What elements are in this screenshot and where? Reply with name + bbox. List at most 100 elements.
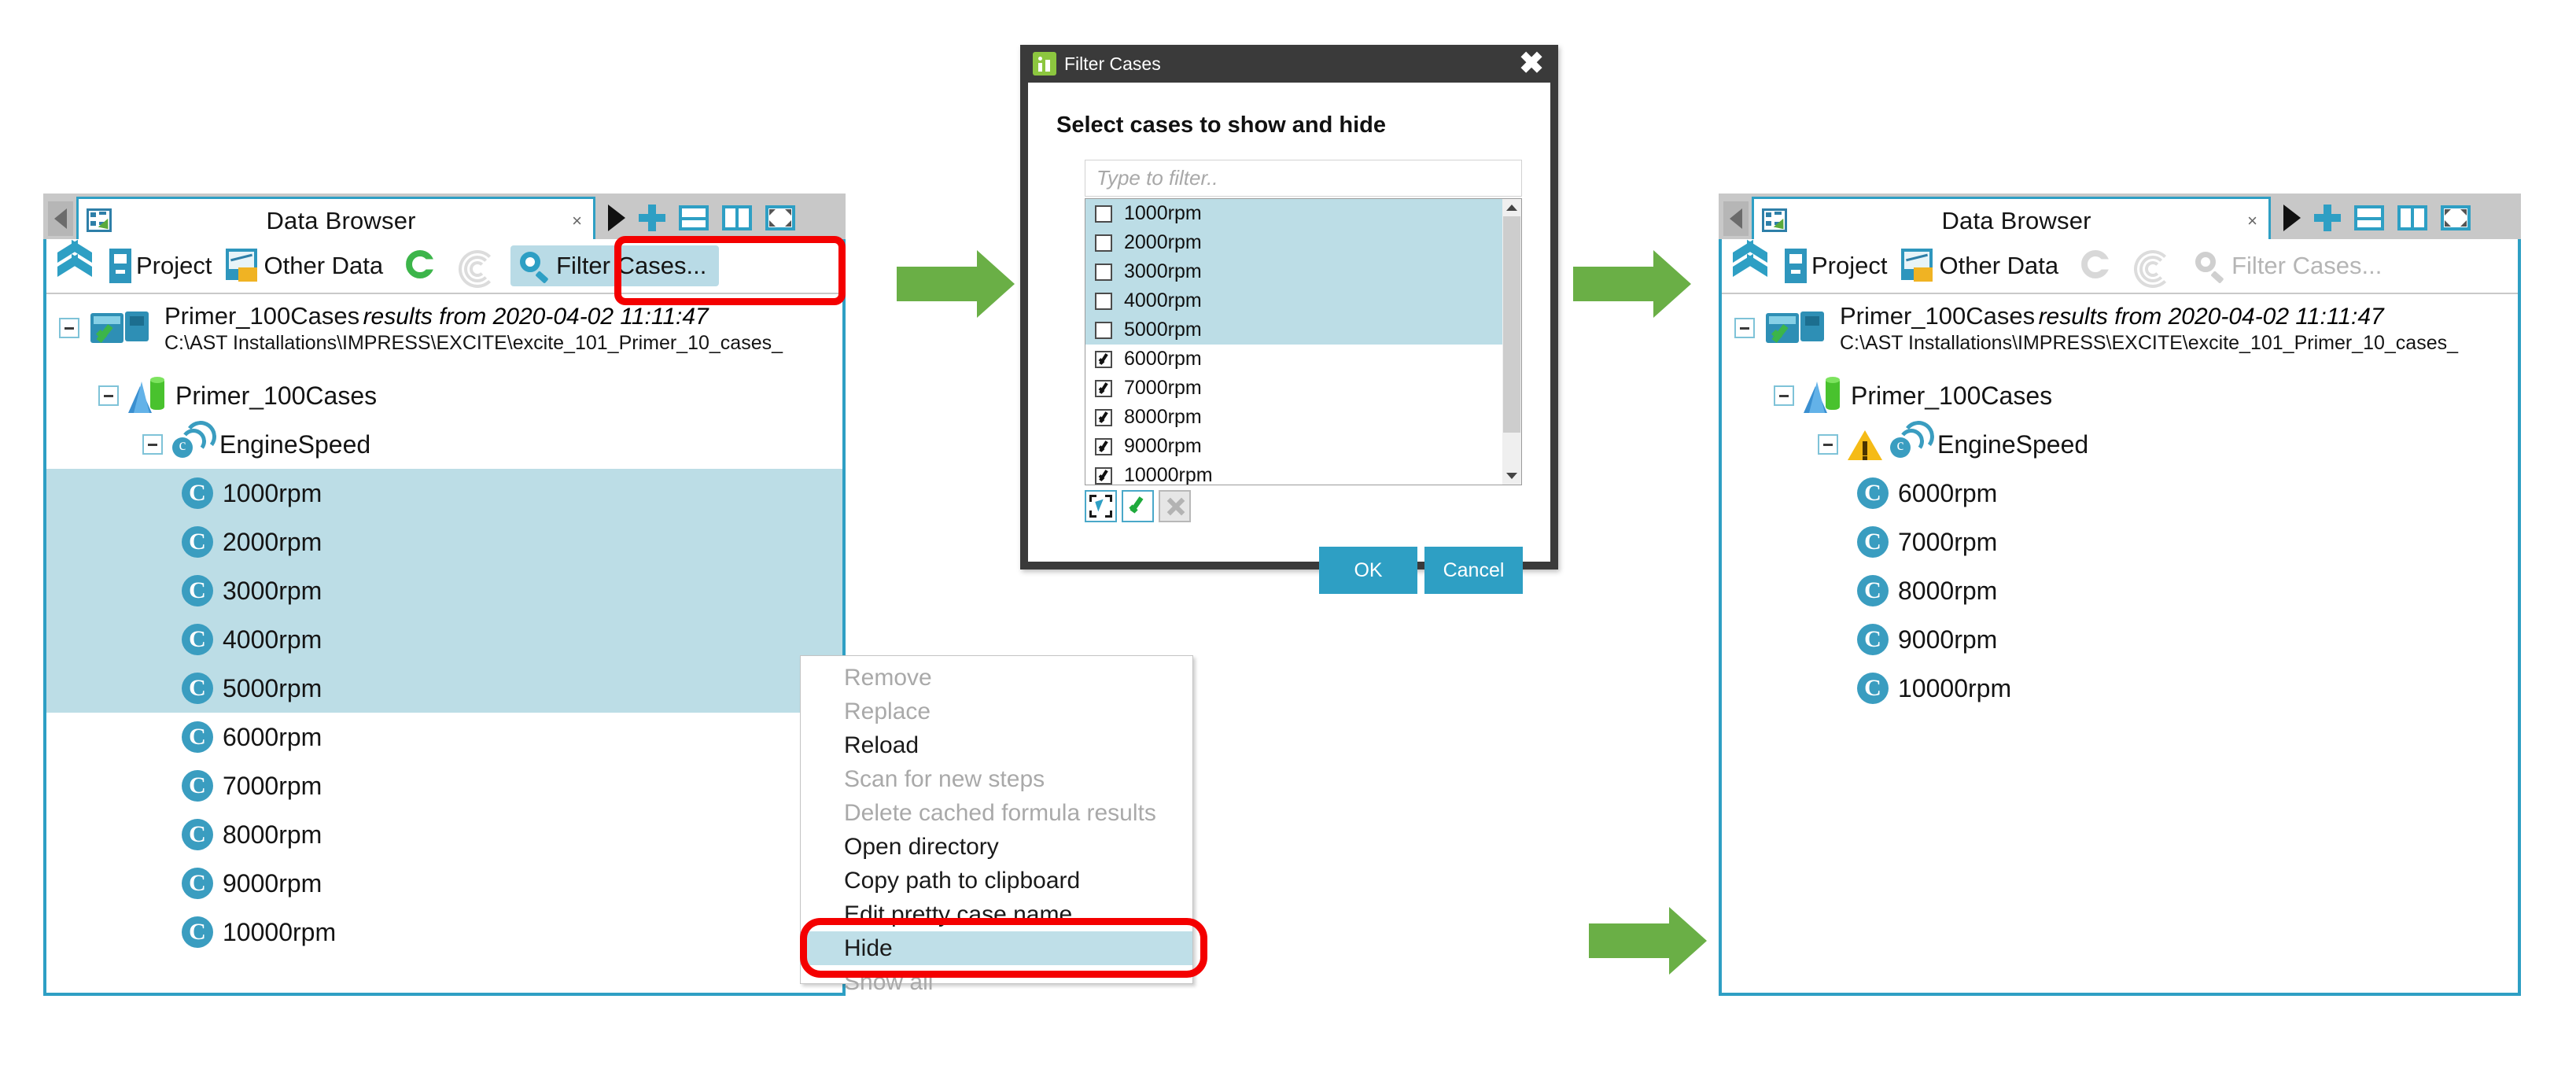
other-data-icon <box>226 249 260 283</box>
split-horizontal-icon[interactable] <box>2354 205 2384 230</box>
case-list-item[interactable]: 1000rpm <box>1085 199 1502 228</box>
close-icon[interactable]: ✖ <box>1519 49 1544 79</box>
close-icon[interactable]: × <box>2247 211 2257 231</box>
expander-icon[interactable] <box>1774 385 1794 406</box>
case-checkbox[interactable] <box>1095 437 1112 455</box>
tree-case-row[interactable]: 9000rpm <box>1722 615 2518 664</box>
case-icon <box>1857 477 1889 509</box>
case-list-item-label: 9000rpm <box>1124 435 1202 457</box>
expander-icon[interactable] <box>98 385 119 406</box>
tree-case-row[interactable]: 3000rpm <box>46 566 842 615</box>
case-checkbox[interactable] <box>1095 466 1112 485</box>
tree-root-row[interactable]: Primer_100Cases results from 2020-04-02 … <box>1722 294 2518 371</box>
case-list-item[interactable]: 5000rpm <box>1085 315 1502 345</box>
tree-case-row[interactable]: 8000rpm <box>1722 566 2518 615</box>
left-case-list[interactable]: 1000rpm 2000rpm 3000rpm 4000rpm 5000rpm 6000r… <box>46 469 842 957</box>
scroll-down-icon[interactable] <box>1502 467 1521 485</box>
toolbar-other-data-button[interactable]: Other Data <box>1887 239 2058 293</box>
tree-case-row[interactable]: 7000rpm <box>1722 518 2518 566</box>
case-checkbox[interactable] <box>1095 205 1112 223</box>
context-menu-item[interactable]: Reload <box>801 728 1192 762</box>
case-list-item[interactable]: 3000rpm <box>1085 257 1502 286</box>
toolbar-project-button[interactable]: Project <box>1785 239 1887 293</box>
tree-root-row[interactable]: Primer_100Cases results from 2020-04-02 … <box>46 294 842 371</box>
case-checkbox[interactable] <box>1095 379 1112 397</box>
case-checkbox[interactable] <box>1095 408 1112 426</box>
tab-data-browser[interactable]: Data Browser × <box>1752 197 2271 242</box>
tree-case-row[interactable]: 6000rpm <box>46 713 842 761</box>
tree-level1-row[interactable]: Primer_100Cases <box>1722 371 2518 420</box>
cancel-button[interactable]: Cancel <box>1424 547 1523 594</box>
ok-button[interactable]: OK <box>1319 547 1417 594</box>
tree-case-row[interactable]: 6000rpm <box>1722 469 2518 518</box>
expander-icon[interactable] <box>59 318 79 338</box>
filter-input[interactable]: Type to filter.. <box>1085 160 1522 197</box>
tree-level2-row[interactable]: EngineSpeed <box>1722 418 2518 469</box>
right-nav-back-button[interactable] <box>1723 201 1749 236</box>
case-list-item-label: 1000rpm <box>1124 202 1202 224</box>
close-icon[interactable]: × <box>572 211 582 231</box>
play-icon[interactable] <box>2283 205 2301 231</box>
tree-case-row[interactable]: 1000rpm <box>46 469 842 518</box>
play-icon[interactable] <box>608 205 625 231</box>
case-list-item[interactable]: 7000rpm <box>1085 374 1502 403</box>
split-vertical-icon[interactable] <box>2397 205 2427 230</box>
right-panel-tree[interactable]: Primer_100Cases results from 2020-04-02 … <box>1722 294 2518 993</box>
left-panel-body: Project Other Data Filter Cases... Prime… <box>43 239 846 996</box>
case-list-item[interactable]: 8000rpm <box>1085 403 1502 432</box>
tree-case-row[interactable]: 8000rpm <box>46 810 842 859</box>
case-list-item[interactable]: 10000rpm <box>1085 461 1502 485</box>
case-checkbox[interactable] <box>1095 321 1112 339</box>
check-all-button[interactable] <box>1122 490 1154 522</box>
collapse-all-icon[interactable] <box>1730 248 1771 284</box>
tree-case-row[interactable]: 4000rpm <box>46 615 842 664</box>
filter-cases-button[interactable]: Filter Cases... <box>510 245 720 286</box>
left-panel-tree[interactable]: Primer_100Cases results from 2020-04-02 … <box>46 294 842 993</box>
tab-data-browser[interactable]: Data Browser × <box>76 197 595 242</box>
case-list-item[interactable]: 6000rpm <box>1085 345 1502 374</box>
case-checkbox[interactable] <box>1095 234 1112 252</box>
tree-case-row[interactable]: 7000rpm <box>46 761 842 810</box>
tree-case-row[interactable]: 5000rpm <box>46 664 842 713</box>
tree-case-row[interactable]: 9000rpm <box>46 859 842 908</box>
case-list-item[interactable]: 9000rpm <box>1085 432 1502 461</box>
tree-level2-row[interactable]: EngineSpeed <box>46 418 842 469</box>
tree-case-row[interactable]: 10000rpm <box>46 908 842 957</box>
toolbar-other-data-button[interactable]: Other Data <box>212 239 383 293</box>
context-menu[interactable]: Remove Replace Reload Scan for new steps Del… <box>800 655 1193 995</box>
toolbar-project-button[interactable]: Project <box>109 239 212 293</box>
case-icon <box>1857 526 1889 558</box>
case-list-item[interactable]: 2000rpm <box>1085 228 1502 257</box>
split-vertical-icon[interactable] <box>722 205 752 230</box>
plus-icon[interactable] <box>2314 205 2341 231</box>
load-spinner-icon <box>455 247 497 288</box>
split-horizontal-icon[interactable] <box>679 205 709 230</box>
expand-icon[interactable] <box>765 205 795 230</box>
list-scrollbar[interactable] <box>1502 199 1521 485</box>
case-checkbox[interactable] <box>1095 350 1112 368</box>
right-panel-body: Project Other Data Filter Cases... Prime… <box>1719 239 2521 996</box>
expander-icon[interactable] <box>142 434 163 455</box>
scroll-up-icon[interactable] <box>1502 199 1521 216</box>
expander-icon[interactable] <box>1818 434 1838 455</box>
context-menu-item[interactable]: Open directory <box>801 830 1192 864</box>
case-checkbox-list[interactable]: 1000rpm 2000rpm 3000rpm 4000rpm 5000rpm 6000r… <box>1085 198 1522 485</box>
expand-icon[interactable] <box>2441 205 2471 230</box>
scrollbar-thumb[interactable] <box>1503 216 1520 433</box>
case-list-item[interactable]: 4000rpm <box>1085 286 1502 315</box>
right-case-list[interactable]: 6000rpm 7000rpm 8000rpm 9000rpm 10000rpm <box>1722 469 2518 713</box>
case-checkbox[interactable] <box>1095 263 1112 281</box>
tree-case-row[interactable]: 10000rpm <box>1722 664 2518 713</box>
left-nav-back-button[interactable] <box>48 201 73 236</box>
tree-case-row[interactable]: 2000rpm <box>46 518 842 566</box>
refresh-icon[interactable] <box>404 248 440 284</box>
tree-level1-row[interactable]: Primer_100Cases <box>46 371 842 420</box>
expander-icon[interactable] <box>1734 318 1755 338</box>
plus-icon[interactable] <box>639 205 665 231</box>
select-visible-button[interactable] <box>1085 490 1117 522</box>
case-checkbox[interactable] <box>1095 292 1112 310</box>
context-menu-item[interactable]: Edit pretty case name <box>801 898 1192 931</box>
collapse-all-icon[interactable] <box>54 248 95 284</box>
context-menu-item[interactable]: Copy path to clipboard <box>801 864 1192 898</box>
context-menu-item[interactable]: Hide <box>801 931 1192 965</box>
